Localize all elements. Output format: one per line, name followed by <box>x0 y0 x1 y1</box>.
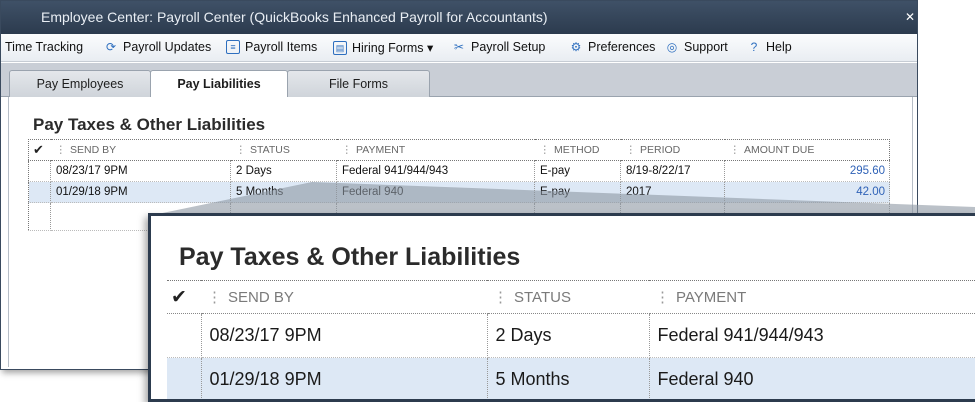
cell-payment: Federal 940 <box>336 181 535 203</box>
zoom-column-header-send-by: ⋮ SEND BY <box>201 280 487 314</box>
row-checkbox[interactable] <box>28 181 51 203</box>
zoom-cell-status: 5 Months <box>487 357 650 399</box>
cell-amount-due[interactable]: 295.60 <box>724 160 890 182</box>
toolbar-label: Payroll Setup <box>471 40 546 54</box>
toolbar-time-tracking[interactable]: Time Tracking <box>5 40 83 54</box>
lifebuoy-icon: ◎ <box>666 40 678 54</box>
toolbar-label: Time Tracking <box>5 40 84 54</box>
tab-label: Pay Liabilities <box>177 77 261 91</box>
cell-send-by: 01/29/18 9PM <box>50 181 231 203</box>
gear-icon: ⚙ <box>570 40 582 54</box>
cell-period: 8/19-8/22/17 <box>620 160 725 182</box>
tab-label: Pay Employees <box>36 77 124 91</box>
cell-amount-due[interactable]: 42.00 <box>724 181 890 203</box>
payroll-tabs: Pay Employees Pay Liabilities File Forms <box>1 63 917 98</box>
form-icon: ▤ <box>333 40 347 55</box>
close-icon[interactable]: ✕ <box>905 1 915 34</box>
cell-status: 2 Days <box>230 160 337 182</box>
toolbar-support[interactable]: ◎ Support <box>665 40 728 54</box>
tools-icon: ✂ <box>453 40 465 54</box>
toolbar-label: Hiring Forms ▾ <box>352 41 434 55</box>
zoom-cell-payment: Federal 940 <box>649 357 975 399</box>
zoom-row-checkbox <box>167 357 202 399</box>
cell-send-by: 08/23/17 9PM <box>50 160 231 182</box>
zoom-header-row: ✔ ⋮ SEND BY ⋮ STATUS ⋮ PAYMENT <box>167 280 975 314</box>
help-icon: ? <box>750 40 758 54</box>
cell-method: E-pay <box>534 181 621 203</box>
tab-file-forms[interactable]: File Forms <box>287 70 430 97</box>
payroll-toolbar: Time Tracking ⟳ Payroll Updates ≡ Payrol… <box>1 34 917 62</box>
toolbar-label: Preferences <box>588 40 656 54</box>
tab-pay-employees[interactable]: Pay Employees <box>9 70 151 97</box>
section-title: Pay Taxes & Other Liabilities <box>33 115 266 134</box>
zoom-section-title: Pay Taxes & Other Liabilities <box>179 243 521 271</box>
toolbar-payroll-updates[interactable]: ⟳ Payroll Updates <box>104 40 211 54</box>
column-header-period[interactable]: ⋮ PERIOD <box>620 139 725 161</box>
zoom-liabilities-table: ✔ ⋮ SEND BY ⋮ STATUS ⋮ PAYMENT 08/23/17 9PM… <box>167 280 975 399</box>
row-checkbox[interactable] <box>28 160 51 182</box>
tab-pay-liabilities[interactable]: Pay Liabilities <box>150 70 288 98</box>
column-header-amount-due[interactable]: ⋮ AMOUNT DUE <box>724 139 890 161</box>
cell-method: E-pay <box>534 160 621 182</box>
zoom-column-header-payment: ⋮ PAYMENT <box>649 280 975 314</box>
table-row[interactable]: 01/29/18 9PM 5 Months Federal 940 E-pay … <box>28 181 890 203</box>
zoom-table-row: 01/29/18 9PM 5 Months Federal 940 <box>167 357 975 399</box>
toolbar-payroll-setup[interactable]: ✂ Payroll Setup <box>452 40 545 54</box>
zoom-table-row: 08/23/17 9PM 2 Days Federal 941/944/943 <box>167 313 975 358</box>
column-header-payment[interactable]: ⋮ PAYMENT <box>336 139 535 161</box>
toolbar-preferences[interactable]: ⚙ Preferences <box>569 40 656 54</box>
zoom-check-column-header: ✔ <box>167 280 201 314</box>
column-header-send-by[interactable]: ⋮ SEND BY <box>50 139 231 161</box>
list-icon: ≡ <box>226 40 240 54</box>
table-row[interactable]: 08/23/17 9PM 2 Days Federal 941/944/943 … <box>28 160 890 182</box>
toolbar-label: Support <box>684 40 728 54</box>
zoom-column-header-status: ⋮ STATUS <box>487 280 649 314</box>
zoom-callout: Pay Taxes & Other Liabilities ✔ ⋮ SEND BY… <box>148 213 975 402</box>
cell-payment: Federal 941/944/943 <box>336 160 535 182</box>
zoom-row-checkbox <box>167 313 202 358</box>
tab-label: File Forms <box>328 77 389 91</box>
zoom-cell-status: 2 Days <box>487 313 650 358</box>
toolbar-label: Payroll Items <box>245 40 318 54</box>
refresh-icon: ⟳ <box>105 40 117 54</box>
table-header-row: ✔ ⋮ SEND BY ⋮ STATUS ⋮ PAYMENT ⋮ METHOD ⋮ PER… <box>28 139 890 161</box>
toolbar-hiring-forms[interactable]: ▤ Hiring Forms ▾ <box>333 40 433 55</box>
cell-status: 5 Months <box>230 181 337 203</box>
toolbar-payroll-items[interactable]: ≡ Payroll Items <box>226 40 317 54</box>
window-title: Employee Center: Payroll Center (QuickBo… <box>41 9 548 25</box>
check-column-header[interactable]: ✔ <box>28 139 51 161</box>
toolbar-label: Help <box>766 40 792 54</box>
toolbar-help[interactable]: ? Help <box>747 40 792 54</box>
cell-period: 2017 <box>620 181 725 203</box>
zoom-cell-send-by: 01/29/18 9PM <box>201 357 488 399</box>
column-header-method[interactable]: ⋮ METHOD <box>534 139 621 161</box>
window-titlebar[interactable]: Employee Center: Payroll Center (QuickBo… <box>1 1 917 34</box>
zoom-cell-payment: Federal 941/944/943 <box>649 313 975 358</box>
toolbar-label: Payroll Updates <box>123 40 212 54</box>
zoom-cell-send-by: 08/23/17 9PM <box>201 313 488 358</box>
column-header-status[interactable]: ⋮ STATUS <box>230 139 337 161</box>
